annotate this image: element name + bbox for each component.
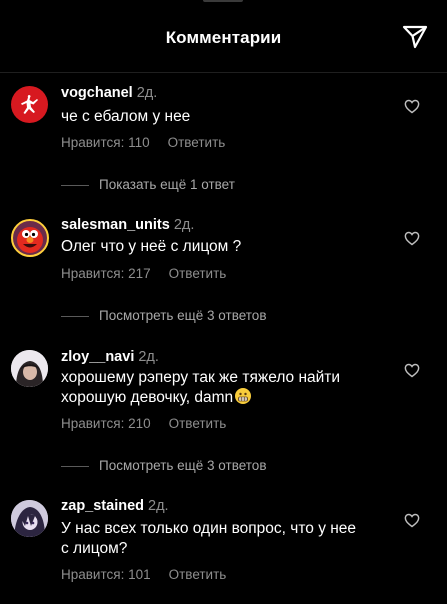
comment-text: Олег что у неё с лицом ? <box>61 238 242 255</box>
comment-actions: Нравится: 217 Ответить <box>61 266 226 281</box>
replies-divider-line <box>61 315 89 317</box>
username-link[interactable]: vogchanel <box>61 85 133 101</box>
reply-button[interactable]: Ответить <box>169 567 227 582</box>
header-divider <box>0 72 447 73</box>
likes-count[interactable]: Нравится: 101 <box>61 567 151 582</box>
reply-button[interactable]: Ответить <box>168 135 226 150</box>
show-more-replies-label: Показать ещё 1 ответ <box>99 177 235 192</box>
avatar[interactable] <box>11 350 48 387</box>
show-more-replies-label: Посмотреть ещё 3 ответов <box>99 458 267 473</box>
comments-header: Комментарии <box>0 0 447 72</box>
show-more-replies[interactable]: Показать ещё 1 ответ <box>61 177 235 192</box>
comment-actions: Нравится: 110 Ответить <box>61 135 225 150</box>
show-more-replies[interactable]: Посмотреть ещё 3 ответов <box>61 458 267 473</box>
heart-outline-icon[interactable] <box>404 231 420 246</box>
paper-plane-icon[interactable] <box>402 25 428 49</box>
anime-avatar-icon <box>11 500 48 537</box>
reply-button[interactable]: Ответить <box>169 266 227 281</box>
comment-time: 2д. <box>136 85 158 101</box>
comment-actions: Нравится: 210 Ответить <box>61 416 226 431</box>
elmo-avatar-icon <box>17 227 43 253</box>
likes-count[interactable]: Нравится: 110 <box>61 135 150 150</box>
avatar[interactable] <box>11 500 48 537</box>
girl-avatar-icon <box>11 350 48 387</box>
avatar[interactable] <box>11 86 48 123</box>
likes-count[interactable]: Нравится: 210 <box>61 416 151 431</box>
comment-text-line-wrap: хорошую девочку, damn <box>61 388 391 408</box>
comment-username-line: salesman_units 2д. <box>61 217 194 233</box>
comment-text-line: У нас всех только один вопрос, что у нее <box>61 520 357 537</box>
likes-count[interactable]: Нравится: 217 <box>61 266 151 281</box>
comment-username-line: vogchanel 2д. <box>61 85 157 101</box>
replies-divider-line <box>61 184 89 186</box>
comment-time: 2д. <box>173 217 195 233</box>
heart-outline-icon[interactable] <box>404 99 420 114</box>
comment-time: 2д. <box>138 349 159 365</box>
show-more-replies-label: Посмотреть ещё 3 ответов <box>99 308 267 323</box>
heart-outline-icon[interactable] <box>404 363 420 378</box>
comment-username-line: zap_stained 2д. <box>61 498 169 514</box>
show-more-replies[interactable]: Посмотреть ещё 3 ответов <box>61 308 267 323</box>
comment-actions: Нравится: 101 Ответить <box>61 567 226 582</box>
comment-text: хорошему рэперу так же тяжело найти хоро… <box>61 368 391 408</box>
jumpman-logo-icon <box>21 95 38 114</box>
comment-text-line: с лицом? <box>61 540 128 557</box>
comment-text-line: хорошую девочку, damn <box>61 389 234 406</box>
username-link[interactable]: zap_stained <box>61 498 144 514</box>
comment-text-line: хорошему рэперу так же тяжело найти <box>61 369 341 386</box>
comment-text: У нас всех только один вопрос, что у нее… <box>61 519 391 559</box>
username-link[interactable]: zloy__navi <box>61 349 134 365</box>
reply-button[interactable]: Ответить <box>169 416 227 431</box>
avatar[interactable] <box>11 219 49 257</box>
replies-divider-line <box>61 465 89 467</box>
grimacing-emoji-icon <box>235 388 252 404</box>
heart-outline-icon[interactable] <box>404 513 420 528</box>
comment-time: 2д. <box>148 498 169 514</box>
comment-username-line: zloy__navi 2д. <box>61 349 159 365</box>
username-link[interactable]: salesman_units <box>61 217 170 233</box>
comment-text: че с ебалом у нее <box>61 108 191 125</box>
page-title: Комментарии <box>165 28 282 47</box>
